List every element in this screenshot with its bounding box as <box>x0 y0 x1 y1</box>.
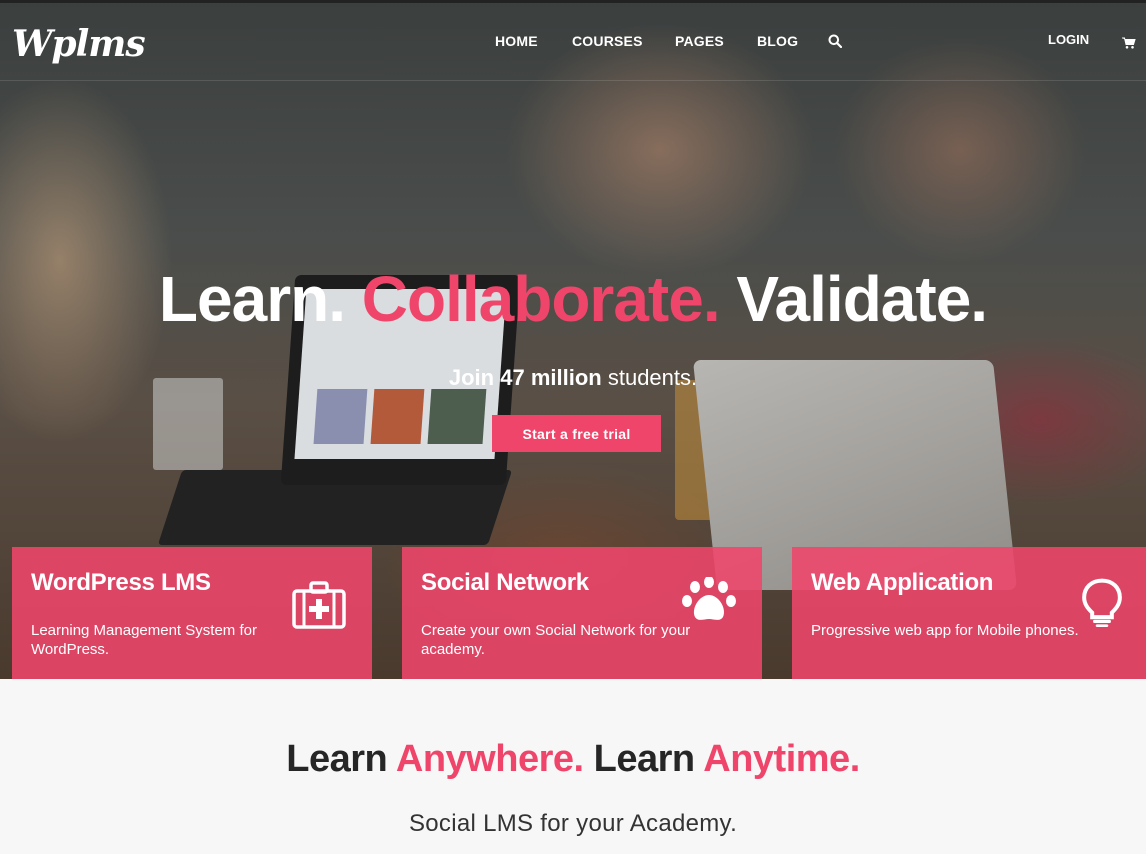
heading-learn: Learn <box>286 738 388 780</box>
water-glass-image <box>153 378 223 470</box>
subtitle-count: 47 million <box>500 365 602 390</box>
hero-subtitle: Join 47 million students. <box>0 365 1146 391</box>
search-icon[interactable] <box>828 34 842 48</box>
screen-thumbnail <box>370 389 425 444</box>
feature-card-wordpress-lms[interactable]: WordPress LMS Learning Management System… <box>12 547 372 679</box>
login-link[interactable]: LOGIN <box>1048 32 1089 47</box>
start-free-trial-button[interactable]: Start a free trial <box>492 415 661 452</box>
nav-home[interactable]: HOME <box>495 33 538 49</box>
nav-courses[interactable]: COURSES <box>572 33 643 49</box>
site-logo[interactable]: Wplms <box>12 23 146 65</box>
medkit-icon <box>292 581 346 629</box>
lightbulb-icon <box>1082 578 1122 627</box>
nav-pages[interactable]: PAGES <box>675 33 724 49</box>
screen-thumbnail <box>313 389 368 444</box>
feature-description: Progressive web app for Mobile phones. <box>811 622 1079 639</box>
feature-description: Create your own Social Network for your … <box>421 622 691 658</box>
hero-title: Learn. Collaborate. Validate. <box>0 262 1146 336</box>
nav-blog[interactable]: BLOG <box>757 33 798 49</box>
feature-title: Social Network <box>421 569 589 596</box>
heading-learn-2: Learn <box>593 738 695 780</box>
paw-icon <box>682 577 736 620</box>
feature-title: Web Application <box>811 569 994 596</box>
screen-thumbnail <box>427 389 487 444</box>
section-heading: Learn Anywhere. Learn Anytime. <box>0 738 1146 781</box>
heading-anytime: Anytime. <box>703 738 860 780</box>
hero-title-validate: Validate. <box>736 263 988 335</box>
feature-card-web-application[interactable]: Web Application Progressive web app for … <box>792 547 1146 679</box>
hero-title-learn: Learn. <box>158 263 346 335</box>
cart-icon[interactable] <box>1122 37 1136 49</box>
feature-title: WordPress LMS <box>31 569 211 596</box>
feature-description: Learning Management System for WordPress… <box>31 622 257 658</box>
heading-anywhere: Anywhere. <box>395 738 584 780</box>
hero-title-collaborate: Collaborate. <box>361 263 721 335</box>
section-subheading: Social LMS for your Academy. <box>408 810 738 837</box>
subtitle-prefix: Join <box>448 365 495 390</box>
feature-card-social-network[interactable]: Social Network Create your own Social Ne… <box>402 547 762 679</box>
navbar: Wplms HOME COURSES PAGES BLOG LOGIN <box>0 3 1146 81</box>
subtitle-suffix: students. <box>607 365 698 390</box>
